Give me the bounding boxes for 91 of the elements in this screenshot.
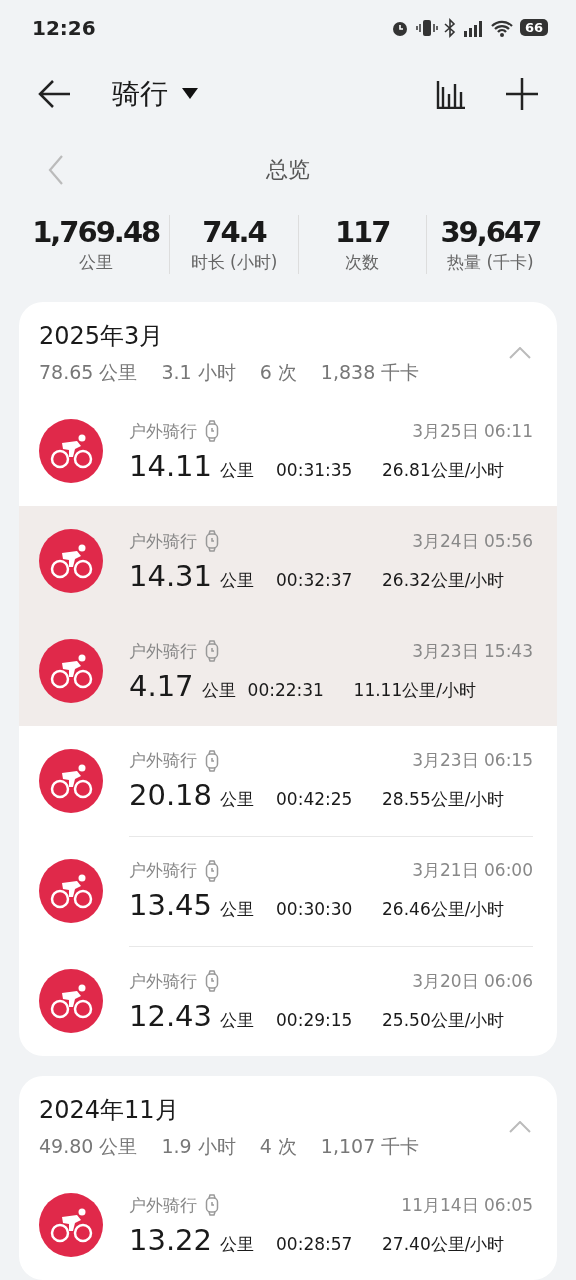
month-title: 2024年11月 — [39, 1095, 180, 1126]
month-summary: 1,838 千卡 — [320, 360, 420, 385]
workout-date: 3月21日 06:00 — [412, 859, 533, 882]
total-label: 公里 — [78, 251, 113, 275]
distance-value: 14.31 — [129, 558, 213, 593]
distance-unit: 公里 — [220, 788, 256, 811]
workout-type: 户外骑行 — [129, 529, 197, 553]
workout-row[interactable]: 户外骑行 3月23日 06:15 20.18 公里 00:42:25 28.55公里/小时 — [19, 726, 557, 836]
workout-row[interactable]: 户外骑行 3月24日 05:56 14.31 公里 00:32:37 26.32公里/小时 — [19, 506, 557, 616]
workout-duration: 00:42:25 — [276, 789, 354, 809]
watch-icon — [205, 749, 219, 772]
workout-date: 3月23日 06:15 — [412, 749, 533, 772]
total-value: 117 — [334, 215, 390, 250]
watch-icon — [205, 859, 219, 882]
battery-level: 66 — [519, 19, 548, 37]
cyclist-icon — [39, 639, 103, 703]
average-speed: 26.81公里/小时 — [382, 458, 505, 482]
distance-unit: 公里 — [220, 458, 256, 482]
workout-type: 户外骑行 — [129, 419, 197, 443]
workout-type: 户外骑行 — [129, 969, 197, 993]
month-summary: 49.80 公里 — [39, 1134, 138, 1159]
workout-duration: 00:31:35 — [276, 459, 354, 480]
workout-row[interactable]: 户外骑行 3月20日 06:06 12.43 公里 00:29:15 25.50公里/小时 — [19, 946, 557, 1056]
average-speed: 25.50公里/小时 — [382, 1008, 505, 1032]
cyclist-icon — [39, 419, 103, 483]
average-speed: 26.32公里/小时 — [382, 568, 505, 592]
caret-icon — [182, 87, 198, 100]
workout-type: 户外骑行 — [129, 1193, 197, 1217]
workout-duration: 00:30:30 — [276, 899, 354, 919]
total-label: 次数 — [345, 251, 380, 275]
distance-unit: 公里 — [220, 1232, 256, 1256]
distance-unit: 公里 — [220, 1008, 256, 1032]
distance-unit: 公里 — [220, 568, 256, 592]
workout-duration: 00:29:15 — [276, 1009, 354, 1030]
month-summary: 78.65 公里 — [39, 360, 138, 385]
average-speed: 26.46公里/小时 — [382, 898, 505, 921]
workout-date: 3月25日 06:11 — [412, 419, 533, 443]
distance-value: 20.18 — [129, 778, 213, 812]
distance-value: 12.43 — [129, 998, 213, 1033]
total-value: 1,769.48 — [32, 215, 160, 250]
distance-value: 4.17 — [129, 668, 194, 703]
workout-duration: 00:22:31 — [247, 679, 325, 700]
total-label: 时长 (小时) — [190, 251, 278, 275]
cyclist-icon — [39, 859, 103, 923]
overview-title: 总览 — [266, 155, 310, 184]
watch-icon — [205, 640, 219, 662]
month-summary: 1,107 千卡 — [320, 1134, 420, 1159]
average-speed: 27.40公里/小时 — [382, 1232, 505, 1256]
workout-duration: 00:32:37 — [276, 569, 354, 590]
distance-unit: 公里 — [220, 898, 256, 921]
average-speed: 11.11公里/小时 — [353, 678, 476, 702]
average-speed: 28.55公里/小时 — [382, 788, 505, 811]
cyclist-icon — [39, 529, 103, 593]
month-summary: 4 次 — [259, 1134, 297, 1159]
add-icon[interactable] — [506, 77, 538, 110]
watch-icon — [205, 420, 219, 442]
distance-value: 13.22 — [129, 1222, 213, 1257]
cyclist-icon — [39, 1193, 103, 1257]
month-summary: 6 次 — [259, 360, 297, 385]
distance-value: 14.11 — [129, 448, 213, 483]
cyclist-icon — [39, 969, 103, 1033]
distance-value: 13.45 — [129, 888, 213, 922]
workout-date: 3月23日 15:43 — [412, 639, 533, 663]
workout-type: 户外骑行 — [129, 639, 197, 663]
total-value: 39,647 — [440, 215, 541, 250]
workout-row[interactable]: 户外骑行 3月21日 06:00 13.45 公里 00:30:30 26.46公里/小时 — [19, 836, 557, 946]
workout-row[interactable]: 户外骑行 3月23日 15:43 4.17 公里 00:22:31 11.11公里/小时 — [19, 616, 557, 726]
back-arrow-icon[interactable] — [38, 78, 72, 109]
watch-icon — [205, 970, 219, 992]
watch-icon — [205, 1194, 219, 1216]
distance-unit: 公里 — [201, 678, 237, 702]
workout-row[interactable]: 户外骑行 3月25日 06:11 14.11 公里 00:31:35 26.81公里/小时 — [19, 396, 557, 506]
sport-selector[interactable]: 骑行 — [112, 74, 198, 113]
total-label: 热量 (千卡) — [447, 251, 534, 275]
vibrate-icon — [415, 17, 438, 38]
workout-date: 3月24日 05:56 — [412, 529, 533, 553]
workout-type: 户外骑行 — [129, 859, 197, 882]
month-title: 2025年3月 — [39, 321, 165, 352]
bluetooth-icon — [443, 17, 456, 38]
watch-icon — [205, 530, 219, 552]
cyclist-icon — [39, 749, 103, 813]
month-summary: 3.1 小时 — [161, 360, 236, 385]
total-value: 74.4 — [202, 215, 266, 250]
workout-duration: 00:28:57 — [276, 1233, 354, 1254]
workout-date: 3月20日 06:06 — [412, 969, 533, 993]
workout-row[interactable]: 户外骑行 11月14日 06:05 13.22 公里 00:28:57 27.40公里/小时 — [19, 1170, 557, 1280]
chart-icon[interactable] — [436, 78, 466, 109]
status-time: 12:26 — [32, 15, 96, 40]
month-summary: 1.9 小时 — [161, 1134, 236, 1159]
workout-type: 户外骑行 — [129, 749, 197, 772]
workout-date: 11月14日 06:05 — [401, 1193, 533, 1217]
